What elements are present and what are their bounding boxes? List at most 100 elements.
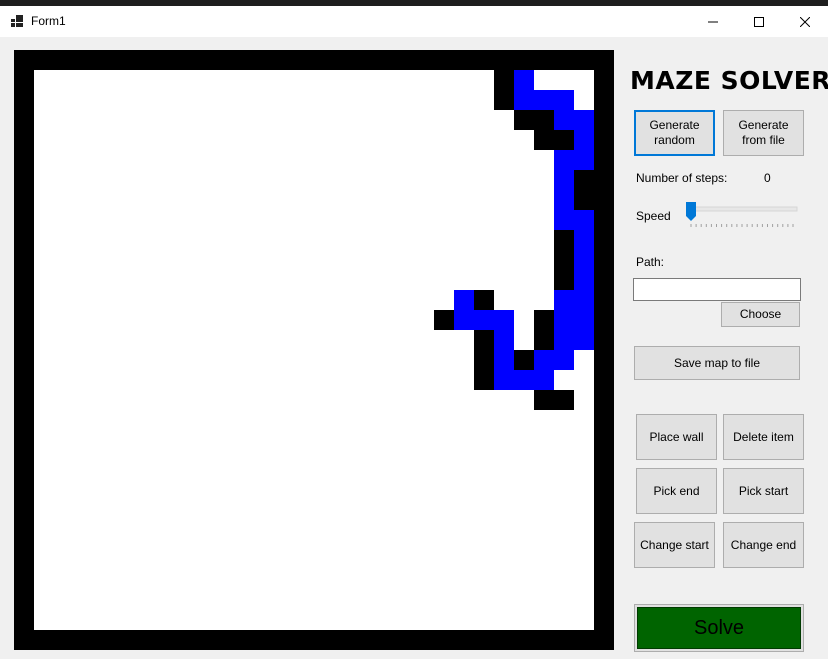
border-wall-cell[interactable] (574, 630, 594, 650)
border-wall-cell[interactable] (74, 630, 94, 650)
border-wall-cell[interactable] (14, 150, 34, 170)
border-wall-cell[interactable] (14, 630, 34, 650)
wall-cell[interactable] (514, 110, 534, 130)
border-wall-cell[interactable] (34, 630, 54, 650)
wall-cell[interactable] (594, 150, 614, 170)
wall-cell[interactable] (594, 190, 614, 210)
border-wall-cell[interactable] (334, 50, 354, 70)
border-wall-cell[interactable] (594, 510, 614, 530)
path-cell[interactable] (574, 290, 594, 310)
border-wall-cell[interactable] (474, 50, 494, 70)
wall-cell[interactable] (594, 270, 614, 290)
border-wall-cell[interactable] (594, 590, 614, 610)
border-wall-cell[interactable] (594, 630, 614, 650)
path-cell[interactable] (554, 330, 574, 350)
border-wall-cell[interactable] (354, 630, 374, 650)
border-wall-cell[interactable] (454, 630, 474, 650)
wall-cell[interactable] (594, 210, 614, 230)
path-cell[interactable] (574, 230, 594, 250)
wall-cell[interactable] (534, 330, 554, 350)
border-wall-cell[interactable] (14, 450, 34, 470)
pick-start-button[interactable]: Pick start (723, 468, 804, 514)
border-wall-cell[interactable] (34, 50, 54, 70)
path-cell[interactable] (554, 90, 574, 110)
border-wall-cell[interactable] (314, 630, 334, 650)
path-cell[interactable] (554, 290, 574, 310)
border-wall-cell[interactable] (454, 50, 474, 70)
path-cell[interactable] (554, 110, 574, 130)
wall-cell[interactable] (574, 170, 594, 190)
path-cell[interactable] (554, 210, 574, 230)
path-cell[interactable] (574, 210, 594, 230)
border-wall-cell[interactable] (254, 50, 274, 70)
wall-cell[interactable] (554, 250, 574, 270)
wall-cell[interactable] (494, 90, 514, 110)
border-wall-cell[interactable] (54, 630, 74, 650)
path-cell[interactable] (574, 310, 594, 330)
place-wall-button[interactable]: Place wall (636, 414, 717, 460)
path-cell[interactable] (494, 370, 514, 390)
border-wall-cell[interactable] (274, 630, 294, 650)
border-wall-cell[interactable] (234, 50, 254, 70)
border-wall-cell[interactable] (134, 630, 154, 650)
path-cell[interactable] (574, 150, 594, 170)
wall-cell[interactable] (594, 110, 614, 130)
border-wall-cell[interactable] (474, 630, 494, 650)
path-cell[interactable] (514, 70, 534, 90)
change-start-button[interactable]: Change start (634, 522, 715, 568)
border-wall-cell[interactable] (134, 50, 154, 70)
wall-cell[interactable] (534, 310, 554, 330)
delete-item-button[interactable]: Delete item (723, 414, 804, 460)
border-wall-cell[interactable] (214, 630, 234, 650)
wall-cell[interactable] (594, 250, 614, 270)
save-map-button[interactable]: Save map to file (634, 346, 800, 380)
wall-cell[interactable] (534, 390, 554, 410)
border-wall-cell[interactable] (14, 390, 34, 410)
path-cell[interactable] (494, 310, 514, 330)
wall-cell[interactable] (514, 350, 534, 370)
path-cell[interactable] (574, 270, 594, 290)
border-wall-cell[interactable] (14, 250, 34, 270)
border-wall-cell[interactable] (354, 50, 374, 70)
path-cell[interactable] (554, 150, 574, 170)
border-wall-cell[interactable] (14, 410, 34, 430)
minimize-button[interactable] (690, 6, 736, 37)
border-wall-cell[interactable] (14, 70, 34, 90)
border-wall-cell[interactable] (114, 50, 134, 70)
speed-slider[interactable] (684, 202, 800, 232)
border-wall-cell[interactable] (394, 50, 414, 70)
generate-from-file-button[interactable]: Generate from file (723, 110, 804, 156)
border-wall-cell[interactable] (594, 90, 614, 110)
border-wall-cell[interactable] (14, 210, 34, 230)
wall-cell[interactable] (574, 190, 594, 210)
border-wall-cell[interactable] (214, 50, 234, 70)
border-wall-cell[interactable] (194, 630, 214, 650)
path-cell[interactable] (534, 370, 554, 390)
path-cell[interactable] (454, 290, 474, 310)
border-wall-cell[interactable] (594, 550, 614, 570)
border-wall-cell[interactable] (314, 50, 334, 70)
border-wall-cell[interactable] (594, 470, 614, 490)
border-wall-cell[interactable] (14, 490, 34, 510)
border-wall-cell[interactable] (294, 630, 314, 650)
border-wall-cell[interactable] (14, 330, 34, 350)
wall-cell[interactable] (594, 330, 614, 350)
border-wall-cell[interactable] (594, 70, 614, 90)
path-cell[interactable] (554, 310, 574, 330)
maze-grid[interactable] (14, 50, 614, 650)
border-wall-cell[interactable] (14, 350, 34, 370)
border-wall-cell[interactable] (274, 50, 294, 70)
border-wall-cell[interactable] (14, 50, 34, 70)
border-wall-cell[interactable] (594, 490, 614, 510)
border-wall-cell[interactable] (594, 610, 614, 630)
border-wall-cell[interactable] (14, 110, 34, 130)
wall-cell[interactable] (554, 390, 574, 410)
border-wall-cell[interactable] (514, 630, 534, 650)
border-wall-cell[interactable] (394, 630, 414, 650)
border-wall-cell[interactable] (574, 50, 594, 70)
border-wall-cell[interactable] (14, 510, 34, 530)
path-cell[interactable] (574, 110, 594, 130)
border-wall-cell[interactable] (14, 570, 34, 590)
path-cell[interactable] (574, 330, 594, 350)
border-wall-cell[interactable] (434, 50, 454, 70)
